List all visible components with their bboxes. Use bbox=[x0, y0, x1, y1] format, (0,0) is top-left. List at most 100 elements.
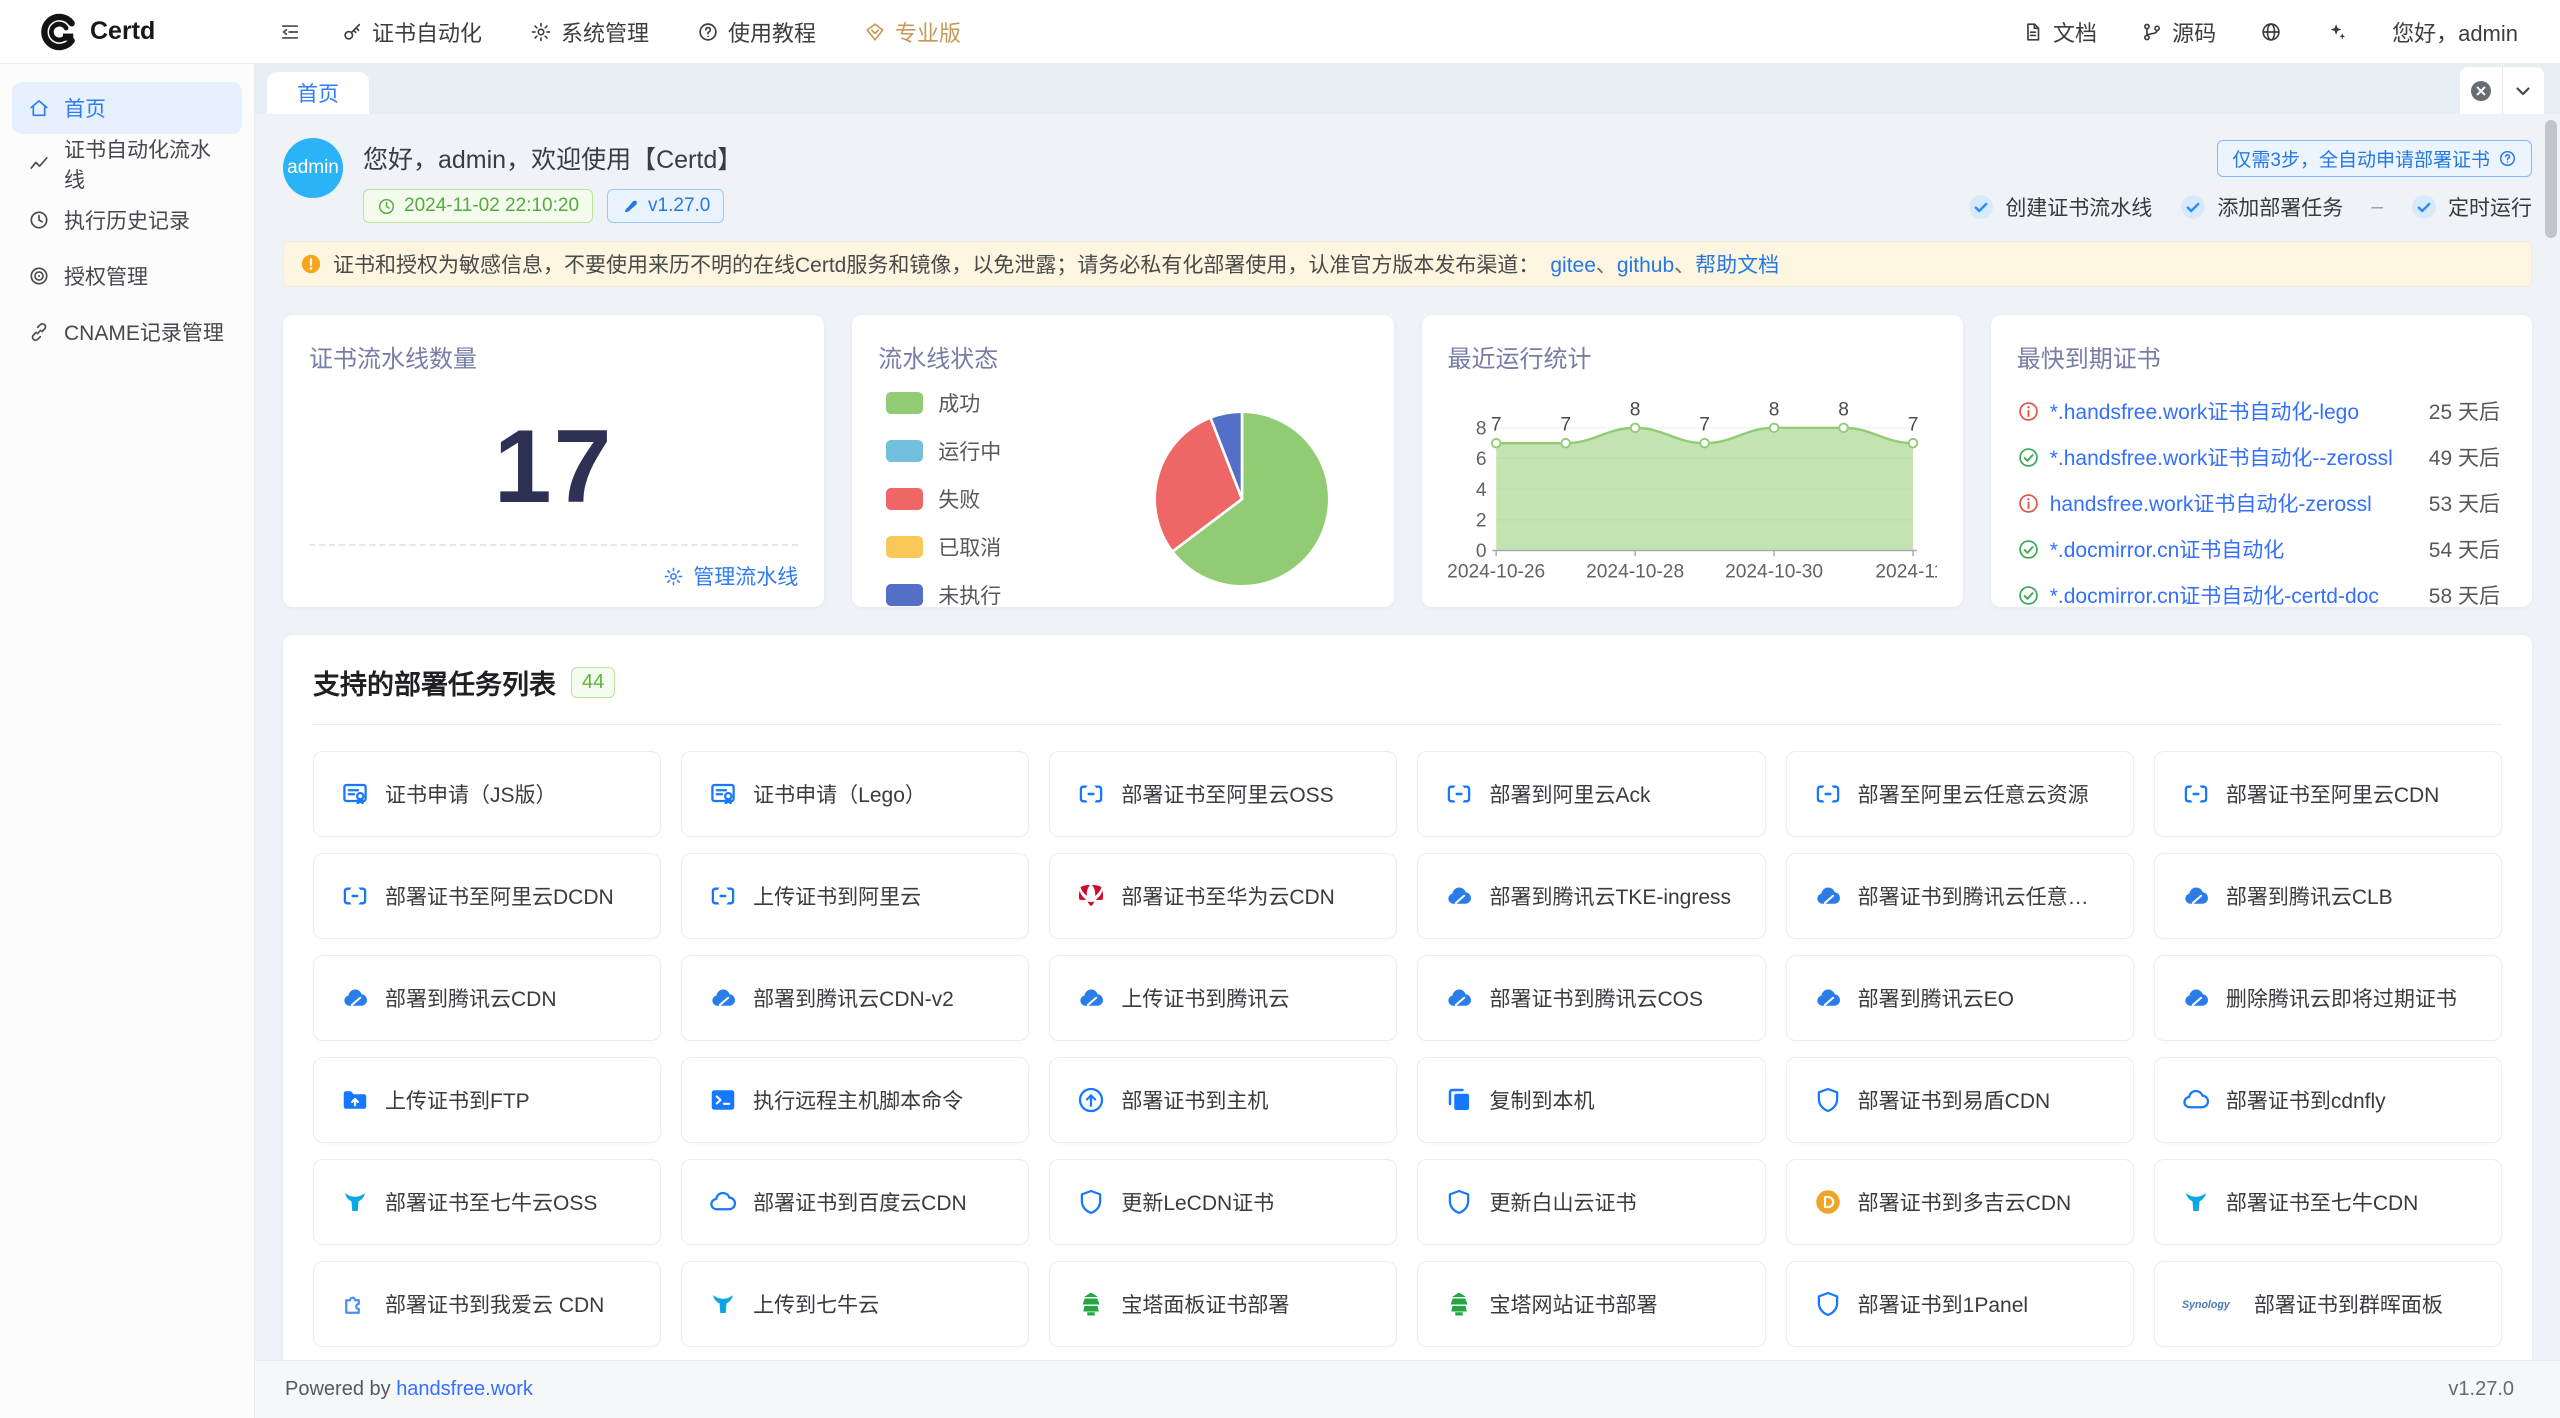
avatar: admin bbox=[283, 138, 343, 198]
legend-item-1[interactable]: 运行中 bbox=[886, 436, 1001, 466]
folder-upload-icon bbox=[340, 1085, 370, 1115]
deploy-task-card-29[interactable]: 部署证书至七牛CDN bbox=[2154, 1159, 2502, 1245]
deploy-task-label: 部署证书到主机 bbox=[1121, 1085, 1268, 1115]
legend-label: 未执行 bbox=[938, 580, 1001, 610]
sidebar-item-2[interactable]: 执行历史记录 bbox=[12, 194, 242, 246]
expiring-cert-link[interactable]: *.handsfree.work证书自动化--zerossl bbox=[2050, 442, 2419, 472]
close-tab-button[interactable] bbox=[2460, 67, 2502, 114]
deploy-task-card-0[interactable]: 证书申请（JS版） bbox=[313, 751, 661, 837]
legend-item-0[interactable]: 成功 bbox=[886, 388, 1001, 418]
deploy-task-card-17[interactable]: 删除腾讯云即将过期证书 bbox=[2154, 955, 2502, 1041]
deploy-task-card-9[interactable]: 部署到腾讯云TKE-ingress bbox=[1417, 853, 1765, 939]
deploy-task-label: 部署到腾讯云EO bbox=[1858, 983, 2014, 1013]
data-point-label: 7 bbox=[1907, 415, 1918, 436]
deploy-task-card-33[interactable]: 宝塔网站证书部署 bbox=[1417, 1261, 1765, 1347]
deploy-task-card-13[interactable]: 部署到腾讯云CDN-v2 bbox=[681, 955, 1029, 1041]
notice-link-2[interactable]: 帮助文档 bbox=[1695, 254, 1779, 277]
deploy-task-card-16[interactable]: 部署到腾讯云EO bbox=[1786, 955, 2134, 1041]
expiring-cert-days: 54 天后 bbox=[2429, 534, 2506, 564]
deploy-task-card-14[interactable]: 上传证书到腾讯云 bbox=[1049, 955, 1397, 1041]
quick-step-1[interactable]: 添加部署任务 bbox=[2180, 192, 2343, 222]
collapse-sidebar-icon[interactable] bbox=[279, 21, 301, 43]
expiring-cert-link[interactable]: *.handsfree.work证书自动化-lego bbox=[2050, 396, 2419, 426]
deploy-task-card-32[interactable]: 宝塔面板证书部署 bbox=[1049, 1261, 1397, 1347]
deploy-task-card-1[interactable]: 证书申请（Lego） bbox=[681, 751, 1029, 837]
deploy-task-card-18[interactable]: 上传证书到FTP bbox=[313, 1057, 661, 1143]
deploy-task-card-3[interactable]: 部署到阿里云Ack bbox=[1417, 751, 1765, 837]
sparkles-button[interactable] bbox=[2326, 21, 2348, 43]
quick-start-pill[interactable]: 仅需3步，全自动申请部署证书 bbox=[2217, 140, 2532, 177]
expiring-cert-link[interactable]: handsfree.work证书自动化-zerossl bbox=[2050, 488, 2419, 518]
nav-right-item-label: 源码 bbox=[2172, 16, 2216, 48]
deploy-task-card-35[interactable]: Synology部署证书到群晖面板 bbox=[2154, 1261, 2502, 1347]
deploy-task-card-20[interactable]: 部署证书到主机 bbox=[1049, 1057, 1397, 1143]
deploy-task-card-2[interactable]: 部署证书至阿里云OSS bbox=[1049, 751, 1397, 837]
nav-item-label: 系统管理 bbox=[561, 16, 649, 48]
data-point bbox=[1491, 439, 1500, 448]
notice-link-0[interactable]: gitee bbox=[1550, 254, 1596, 277]
deploy-task-card-34[interactable]: 部署证书到1Panel bbox=[1786, 1261, 2134, 1347]
doc-icon bbox=[2022, 21, 2044, 43]
nav-item-0[interactable]: 证书自动化 bbox=[341, 16, 482, 48]
handsfree-link[interactable]: handsfree.work bbox=[396, 1378, 533, 1401]
pipeline-count-title: 证书流水线数量 bbox=[309, 339, 798, 374]
y-tick-label: 6 bbox=[1475, 449, 1486, 470]
deploy-task-card-10[interactable]: 部署证书到腾讯云任意云资源 bbox=[1786, 853, 2134, 939]
deploy-task-card-24[interactable]: 部署证书至七牛云OSS bbox=[313, 1159, 661, 1245]
quick-step-2[interactable]: 定时运行 bbox=[2411, 192, 2532, 222]
nav-right-item-1[interactable]: 源码 bbox=[2141, 16, 2216, 48]
deploy-task-label: 部署至阿里云任意云资源 bbox=[1858, 779, 2089, 809]
deploy-task-card-21[interactable]: 复制到本机 bbox=[1417, 1057, 1765, 1143]
deploy-task-label: 部署证书到1Panel bbox=[1858, 1289, 2028, 1319]
deploy-task-card-15[interactable]: 部署证书到腾讯云COS bbox=[1417, 955, 1765, 1041]
tab-home[interactable]: 首页 bbox=[267, 72, 369, 114]
nav-item-1[interactable]: 系统管理 bbox=[530, 16, 649, 48]
deploy-task-label: 部署证书至阿里云OSS bbox=[1121, 779, 1333, 809]
deploy-task-card-25[interactable]: 部署证书到百度云CDN bbox=[681, 1159, 1029, 1245]
deploy-task-card-28[interactable]: 部署证书到多吉云CDN bbox=[1786, 1159, 2134, 1245]
deploy-task-card-5[interactable]: 部署证书至阿里云CDN bbox=[2154, 751, 2502, 837]
deploy-task-card-26[interactable]: 更新LeCDN证书 bbox=[1049, 1159, 1397, 1245]
deploy-task-card-11[interactable]: 部署到腾讯云CLB bbox=[2154, 853, 2502, 939]
deploy-task-card-19[interactable]: 执行远程主机脚本命令 bbox=[681, 1057, 1029, 1143]
deploy-task-label: 复制到本机 bbox=[1489, 1085, 1594, 1115]
deploy-task-card-30[interactable]: 部署证书到我爱云 CDN bbox=[313, 1261, 661, 1347]
shield-icon bbox=[1444, 1187, 1474, 1217]
terminal-icon bbox=[708, 1085, 738, 1115]
baota-icon bbox=[1444, 1289, 1474, 1319]
deploy-task-card-31[interactable]: 上传到七牛云 bbox=[681, 1261, 1029, 1347]
sidebar-item-0[interactable]: 首页 bbox=[12, 82, 242, 134]
globe-button[interactable] bbox=[2260, 21, 2282, 43]
nav-item-2[interactable]: 使用教程 bbox=[697, 16, 816, 48]
legend-item-2[interactable]: 失败 bbox=[886, 484, 1001, 514]
legend-swatch bbox=[886, 488, 923, 510]
scrollbar-thumb[interactable] bbox=[2545, 120, 2557, 238]
legend-item-4[interactable]: 未执行 bbox=[886, 580, 1001, 610]
deploy-task-card-23[interactable]: 部署证书到cdnfly bbox=[2154, 1057, 2502, 1143]
deploy-task-card-27[interactable]: 更新白山云证书 bbox=[1417, 1159, 1765, 1245]
deploy-task-card-22[interactable]: 部署证书到易盾CDN bbox=[1786, 1057, 2134, 1143]
globe-icon bbox=[2260, 21, 2282, 43]
deploy-task-label: 部署到腾讯云CDN bbox=[385, 983, 557, 1013]
expiring-cert-link[interactable]: *.docmirror.cn证书自动化-certd-doc bbox=[2050, 580, 2419, 610]
key-icon bbox=[341, 21, 363, 43]
manage-pipelines-link[interactable]: 管理流水线 bbox=[309, 544, 798, 591]
sidebar-item-3[interactable]: 授权管理 bbox=[12, 250, 242, 302]
nav-right-item-0[interactable]: 文档 bbox=[2022, 16, 2097, 48]
sidebar-item-4[interactable]: CNAME记录管理 bbox=[12, 306, 242, 358]
deploy-task-card-6[interactable]: 部署证书至阿里云DCDN bbox=[313, 853, 661, 939]
recent-runs-area-chart: 024682024-10-262024-10-282024-10-302024-… bbox=[1448, 378, 1937, 608]
user-menu[interactable]: 您好，admin bbox=[2392, 16, 2518, 48]
quick-step-0[interactable]: 创建证书流水线 bbox=[1968, 192, 2152, 222]
deploy-task-card-4[interactable]: 部署至阿里云任意云资源 bbox=[1786, 751, 2134, 837]
expiring-cert-link[interactable]: *.docmirror.cn证书自动化 bbox=[2050, 534, 2419, 564]
deploy-task-card-8[interactable]: 部署证书至华为云CDN bbox=[1049, 853, 1397, 939]
nav-item-3[interactable]: 专业版 bbox=[864, 16, 961, 48]
deploy-task-card-12[interactable]: 部署到腾讯云CDN bbox=[313, 955, 661, 1041]
notice-link-1[interactable]: github bbox=[1617, 254, 1674, 277]
y-tick-label: 8 bbox=[1475, 419, 1486, 440]
deploy-task-card-7[interactable]: 上传证书到阿里云 bbox=[681, 853, 1029, 939]
legend-item-3[interactable]: 已取消 bbox=[886, 532, 1001, 562]
tab-menu-button[interactable] bbox=[2502, 67, 2545, 114]
sidebar-item-1[interactable]: 证书自动化流水线 bbox=[12, 138, 242, 190]
